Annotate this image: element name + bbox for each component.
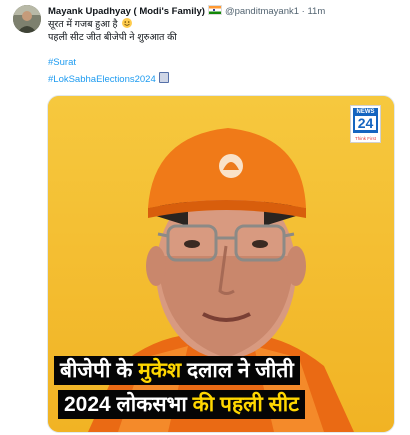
tweet-time[interactable]: 11m	[307, 6, 325, 17]
hashtag-loksabha[interactable]: #LokSabhaElections2024	[48, 74, 156, 85]
ballot-box-icon	[158, 72, 169, 83]
tweet-text-2: पहली सीट जीत बीजेपी ने शुरुआत की	[48, 32, 177, 43]
grinning-emoji-icon	[121, 18, 132, 28]
caption-1-part-b: मुकेश	[138, 359, 182, 382]
author-name[interactable]: Mayank Upadhyay ( Modi's Family)	[48, 6, 205, 17]
separator-dot: ·	[301, 6, 305, 17]
tweet-text-1: सूरत में गजब हुआ है	[48, 19, 118, 30]
caption-line-2: 2024 लोकसभा की पहली सीट	[58, 390, 305, 419]
india-flag-icon	[207, 5, 222, 15]
author-handle[interactable]: @panditmayank1	[225, 6, 299, 17]
tweet[interactable]: Mayank Upadhyay ( Modi's Family) @panditm…	[0, 0, 410, 435]
tweet-header: Mayank Upadhyay ( Modi's Family) @panditm…	[48, 5, 325, 18]
caption-1-part-c: दलाल ने जीती	[187, 359, 294, 382]
logo-24-text: 24	[355, 116, 376, 130]
logo-tagline: Think First	[354, 136, 376, 141]
news24-logo: NEWS 24 Think First	[350, 105, 381, 143]
tweet-text-line-2: पहली सीट जीत बीजेपी ने शुरुआत की	[48, 32, 177, 44]
caption-1-part-a: बीजेपी के	[60, 359, 133, 382]
caption-line-1: बीजेपी के मुकेश दलाल ने जीती	[54, 356, 300, 385]
avatar[interactable]	[13, 5, 41, 33]
tweet-text-line-1: सूरत में गजब हुआ है	[48, 18, 132, 31]
hashtag-surat[interactable]: #Surat	[48, 57, 76, 69]
caption-2-part-a: 2024 लोकसभा	[64, 393, 187, 416]
hashtag-line-2: #LokSabhaElections2024	[48, 72, 169, 86]
tweet-image[interactable]: NEWS 24 Think First बीजेपी के मुकेश दलाल…	[47, 95, 395, 433]
caption-2-part-b: की पहली सीट	[192, 393, 299, 416]
